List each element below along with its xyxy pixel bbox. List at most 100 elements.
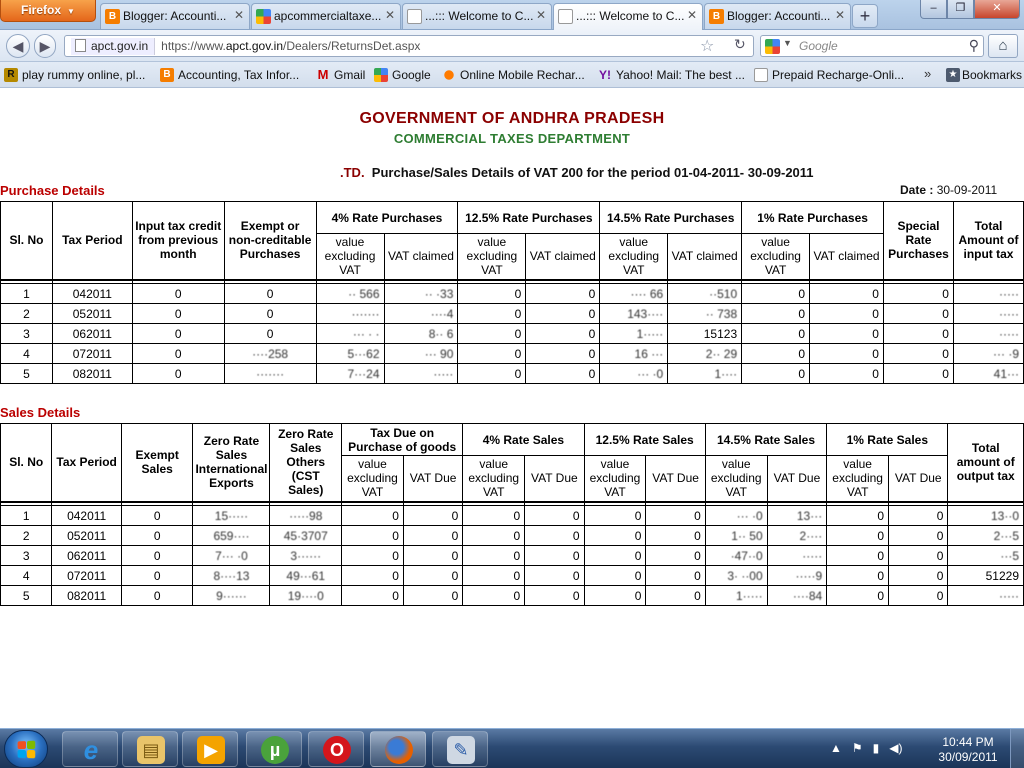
taskbar-paint[interactable]: ✎: [432, 731, 488, 767]
start-button[interactable]: [4, 730, 48, 768]
table-cell: 8·· 6: [383, 323, 459, 344]
close-icon[interactable]: ✕: [234, 8, 244, 22]
system-tray: ▲ ⚑ ▮ ◀): [830, 741, 903, 755]
bookmarks-overflow-button[interactable]: »: [924, 66, 931, 81]
clock-date: 30/09/2011: [938, 750, 998, 764]
table-cell: 2: [0, 525, 53, 546]
blogger-icon: B: [709, 9, 724, 24]
table-cell: ·····: [947, 585, 1024, 606]
system-clock[interactable]: 10:44 PM 30/09/2011: [936, 735, 1000, 765]
bookmark-rummy[interactable]: Rplay rummy online, pl...: [2, 68, 145, 82]
table-cell: ···· 66: [599, 283, 669, 304]
clock-time: 10:44 PM: [942, 735, 994, 749]
close-window-button[interactable]: ✕: [974, 0, 1020, 19]
bookmark-gmail[interactable]: M Gmail: [314, 67, 366, 83]
bookmark-star-icon[interactable]: ☆: [700, 36, 714, 56]
chevron-down-icon[interactable]: ▼: [783, 38, 792, 48]
tab-blogger-2[interactable]: B Blogger: Accounti... ✕: [704, 3, 851, 29]
forward-button[interactable]: ▶: [34, 34, 56, 58]
reload-icon[interactable]: ↻: [734, 36, 746, 53]
table-cell: 5···62: [315, 343, 385, 364]
bookmark-yahoo-mail[interactable]: Y! Yahoo! Mail: The best ...: [596, 68, 745, 82]
table-cell: 49···61: [269, 565, 343, 586]
table-cell: 143····: [599, 303, 669, 324]
table-cell: ·······: [315, 303, 385, 324]
maximize-button[interactable]: ❐: [947, 0, 974, 19]
new-tab-button[interactable]: +: [852, 4, 878, 28]
table-row: 1 042011 0 0 ·· 566 ·· ·33 0 0 ···· 66 ··510 0 0 0 ··…: [0, 283, 1024, 304]
close-icon[interactable]: ✕: [835, 8, 845, 22]
url-bar[interactable]: apct.gov.in https://www.apct.gov.in/Deale…: [64, 35, 754, 57]
table-row: 2 052011 0 0 ······· ····4 0 0 143···· ·· 738 0 0 0 ·…: [0, 303, 1024, 324]
minimize-button[interactable]: –: [920, 0, 947, 19]
table-cell: 5: [0, 585, 53, 606]
table-cell: 0: [120, 585, 194, 606]
tab-welcome-active[interactable]: ...::: Welcome to C... ✕: [553, 3, 703, 30]
table-cell: 16 ···: [599, 343, 669, 364]
bookmark-google[interactable]: Google: [372, 68, 431, 82]
subcol-value: value excluding VAT: [741, 233, 811, 280]
back-button[interactable]: ◀: [6, 34, 30, 58]
bookmark-prepaid-recharge[interactable]: Prepaid Recharge-Onli...: [752, 68, 904, 82]
col-special-rate: Special Rate Purchases: [882, 201, 954, 280]
close-icon[interactable]: ✕: [687, 8, 697, 22]
search-icon[interactable]: ⚲: [969, 37, 979, 54]
taskbar-utorrent[interactable]: µ: [246, 731, 302, 767]
utorrent-icon: µ: [261, 736, 289, 764]
table-cell: 0: [525, 323, 601, 344]
taskbar-internet-explorer[interactable]: e: [62, 731, 118, 767]
table-cell: 0: [341, 525, 404, 546]
volume-icon[interactable]: ◀): [889, 741, 902, 755]
orange-dot-icon: [442, 68, 456, 82]
table-cell: 0: [402, 585, 464, 606]
google-icon: [765, 39, 780, 54]
table-cell: 0: [341, 505, 404, 526]
table-cell: ·····: [766, 545, 828, 566]
tab-apcommercialtax[interactable]: apcommercialtaxe... ✕: [251, 3, 401, 29]
bookmark-accounting[interactable]: B Accounting, Tax Infor...: [158, 68, 299, 82]
site-identity-button[interactable]: apct.gov.in: [71, 38, 156, 55]
page-icon: [407, 9, 422, 24]
taskbar-media-player[interactable]: ▶: [182, 731, 238, 767]
search-bar[interactable]: ▼ Google ⚲: [760, 35, 984, 57]
chevron-up-icon[interactable]: ▲: [830, 741, 842, 755]
table-cell: 082011: [51, 585, 122, 606]
table-cell: 052011: [51, 303, 133, 324]
close-icon[interactable]: ✕: [536, 8, 546, 22]
flag-icon[interactable]: ⚑: [852, 741, 863, 755]
table-cell: 0: [888, 545, 949, 566]
close-icon[interactable]: ✕: [385, 8, 395, 22]
report-date: Date : 30-09-2011: [900, 183, 997, 197]
table-cell: ····258: [223, 343, 317, 364]
table-cell: 3: [0, 323, 53, 344]
table-cell: 0: [826, 585, 890, 606]
home-button[interactable]: ⌂: [988, 34, 1018, 58]
table-cell: 0: [524, 565, 585, 586]
bookmarks-menu-button[interactable]: ★ Bookmarks: [944, 68, 1022, 82]
tab-blogger-1[interactable]: B Blogger: Accounti... ✕: [100, 3, 250, 29]
gmail-icon: M: [317, 67, 329, 82]
tab-welcome-1[interactable]: ...::: Welcome to C... ✕: [402, 3, 552, 29]
taskbar-opera[interactable]: O: [308, 731, 364, 767]
subcol-vat-due: VAT Due: [888, 455, 949, 502]
table-cell: 0: [809, 323, 884, 344]
taskbar-file-explorer[interactable]: ▤: [122, 731, 178, 767]
table-cell: 0: [402, 545, 464, 566]
col-4pct-sales: 4% Rate Sales: [462, 423, 585, 456]
url-text[interactable]: https://www.apct.gov.in/Dealers/ReturnsD…: [161, 39, 420, 53]
show-desktop-button[interactable]: [1010, 729, 1024, 768]
firefox-menu-button[interactable]: Firefox ▼: [0, 0, 96, 22]
table-cell: 1·····: [704, 585, 768, 606]
table-cell: 042011: [51, 283, 133, 304]
table-cell: 0: [888, 565, 949, 586]
bookmark-mobile-recharge[interactable]: Online Mobile Rechar...: [440, 68, 585, 82]
bookmarks-icon: ★: [946, 68, 960, 82]
taskbar-firefox[interactable]: ●: [370, 731, 426, 767]
network-icon[interactable]: ▮: [873, 741, 880, 755]
table-cell: ···5: [947, 545, 1024, 566]
table-cell: 13··0: [947, 505, 1024, 526]
home-icon: ⌂: [998, 37, 1008, 54]
table-cell: 0: [457, 323, 527, 344]
table-row: 5 082011 0 9······ 19····0 0 0 0 0 0 0 1····· ····84…: [0, 585, 1024, 606]
table-cell: 052011: [51, 525, 122, 546]
